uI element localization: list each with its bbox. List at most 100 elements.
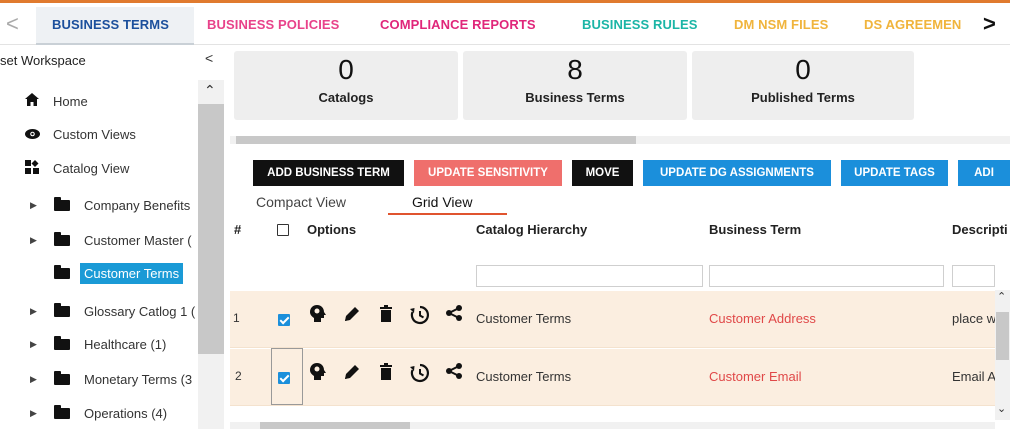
cell-catalog-hierarchy: Customer Terms [476,311,572,326]
nav-custom-views[interactable]: Custom Views [0,119,200,149]
tab-business-terms[interactable]: BUSINESS TERMS [52,17,169,32]
column-header-options: Options [307,222,357,237]
scroll-down-icon[interactable]: ⌄ [997,402,1006,415]
eye-icon [24,126,40,142]
stat-card-business-terms: 8 Business Terms [463,51,687,120]
history-icon[interactable] [410,363,430,388]
grid-header-row: # Options Catalog Hierarchy Business Ter… [230,216,1010,246]
tree-item-customer-terms[interactable]: Customer Terms [0,258,200,288]
cell-business-term-link[interactable]: Customer Address [709,311,816,326]
cell-description: place w [952,311,997,326]
tab-grid-view[interactable]: Grid View [412,194,472,210]
row-checkbox[interactable] [278,314,290,326]
module-tab-bar: < BUSINESS TERMS BUSINESS POLICIES COMPL… [0,3,1010,45]
tab-business-rules[interactable]: BUSINESS RULES [582,17,698,32]
expand-arrow-icon[interactable]: ▶ [30,200,37,211]
stat-value: 0 [795,54,811,85]
top-scroll-thumb[interactable] [236,136,636,144]
tab-dm-nsm-files[interactable]: DM NSM FILES [734,17,828,32]
row-index: 1 [233,311,240,325]
row-index: 2 [235,369,242,383]
stat-value: 0 [338,54,354,85]
move-button[interactable]: MOVE [572,160,633,186]
nav-catalog-view-label: Catalog View [53,160,130,176]
table-row[interactable]: 2 Customer Terms Customer Email Email A [230,349,997,406]
table-row[interactable]: 1 Customer Terms Customer Address place … [230,291,997,348]
cell-business-term-link[interactable]: Customer Email [709,369,801,384]
tree-item-customer-master[interactable]: ▶ Customer Master ( [0,225,200,255]
filter-description-input[interactable] [952,265,995,287]
folder-icon [54,231,70,246]
cell-catalog-hierarchy: Customer Terms [476,369,572,384]
delete-trash-icon[interactable] [376,305,396,330]
tab-business-policies[interactable]: BUSINESS POLICIES [207,17,339,32]
cell-description: Email A [952,369,997,384]
tree-item-label: Monetary Terms (3 [84,371,193,387]
share-icon[interactable] [444,363,464,388]
folder-icon [54,302,70,317]
tree-item-label: Operations (4) [84,405,168,421]
edit-pencil-icon[interactable] [342,363,362,388]
folder-icon [54,196,70,211]
expand-arrow-icon[interactable]: ▶ [30,306,37,317]
workspace-title: set Workspace [0,53,86,68]
nav-custom-views-label: Custom Views [53,126,136,142]
tab-compact-view[interactable]: Compact View [256,194,346,210]
column-header-description[interactable]: Descripti [952,222,1008,237]
edit-pencil-icon[interactable] [342,305,362,330]
top-horizontal-scrollbar[interactable] [230,136,1010,144]
sidebar-scroll-thumb[interactable] [198,104,224,354]
share-icon[interactable] [444,305,464,330]
stat-value: 8 [567,54,583,85]
folder-icon [54,264,70,279]
grid-vertical-scrollbar[interactable]: ⌃ ⌄ [995,290,1010,420]
tree-item-glossary-catlog[interactable]: ▶ Glossary Catlog 1 ( [0,296,200,326]
grid-hscroll-thumb[interactable] [260,422,410,429]
add-more-button[interactable]: ADI [958,160,1010,186]
sidebar-scrollbar[interactable]: ⌃ [198,80,224,429]
catalog-icon [24,159,40,177]
nav-home-label: Home [53,93,88,109]
history-icon[interactable] [410,305,430,330]
tab-scroll-left-icon[interactable]: < [6,11,19,37]
tab-ds-agreements[interactable]: DS AGREEMEN [864,17,961,32]
folder-icon [54,370,70,385]
tree-item-operations[interactable]: ▶ Operations (4) [0,398,200,428]
filter-business-term-input[interactable] [709,265,944,287]
update-tags-button[interactable]: UPDATE TAGS [841,160,948,186]
folder-icon [54,404,70,419]
tree-item-healthcare[interactable]: ▶ Healthcare (1) [0,329,200,359]
expand-arrow-icon[interactable]: ▶ [30,408,37,419]
delete-trash-icon[interactable] [376,363,396,388]
stat-label: Catalogs [318,90,374,105]
update-sensitivity-button[interactable]: UPDATE SENSITIVITY [414,160,562,186]
scroll-up-icon[interactable]: ⌃ [997,290,1006,303]
ai-head-icon[interactable] [308,305,328,330]
nav-home[interactable]: Home [0,86,200,116]
focused-cell-outline [271,348,303,405]
tab-compliance-reports[interactable]: COMPLIANCE REPORTS [380,17,536,32]
tab-scroll-right-icon[interactable]: > [983,11,996,37]
column-header-catalog-hierarchy[interactable]: Catalog Hierarchy [476,222,587,237]
tree-item-label: Customer Master ( [84,232,192,248]
nav-catalog-view[interactable]: Catalog View [0,153,200,183]
tree-item-label-selected: Customer Terms [80,262,184,284]
filter-catalog-hierarchy-input[interactable] [476,265,703,287]
ai-head-icon[interactable] [308,363,328,388]
expand-arrow-icon[interactable]: ▶ [30,235,37,246]
workspace-sidebar: set Workspace < Home Custom Views Catalo… [0,46,228,429]
expand-arrow-icon[interactable]: ▶ [30,374,37,385]
folder-icon [54,335,70,350]
tree-item-monetary-terms[interactable]: ▶ Monetary Terms (3 [0,364,200,394]
select-all-checkbox[interactable] [277,224,289,236]
update-dg-assignments-button[interactable]: UPDATE DG ASSIGNMENTS [643,160,831,186]
add-business-term-button[interactable]: ADD BUSINESS TERM [253,160,404,186]
tree-item-company-benefits[interactable]: ▶ Company Benefits [0,190,200,220]
column-header-business-term[interactable]: Business Term [709,222,801,237]
expand-arrow-icon[interactable]: ▶ [30,339,37,350]
grid-scroll-thumb[interactable] [996,312,1009,360]
collapse-sidebar-icon[interactable]: < [205,50,213,66]
home-icon [24,93,40,109]
grid-horizontal-scrollbar[interactable] [230,422,995,429]
scroll-up-icon[interactable]: ⌃ [204,82,216,99]
